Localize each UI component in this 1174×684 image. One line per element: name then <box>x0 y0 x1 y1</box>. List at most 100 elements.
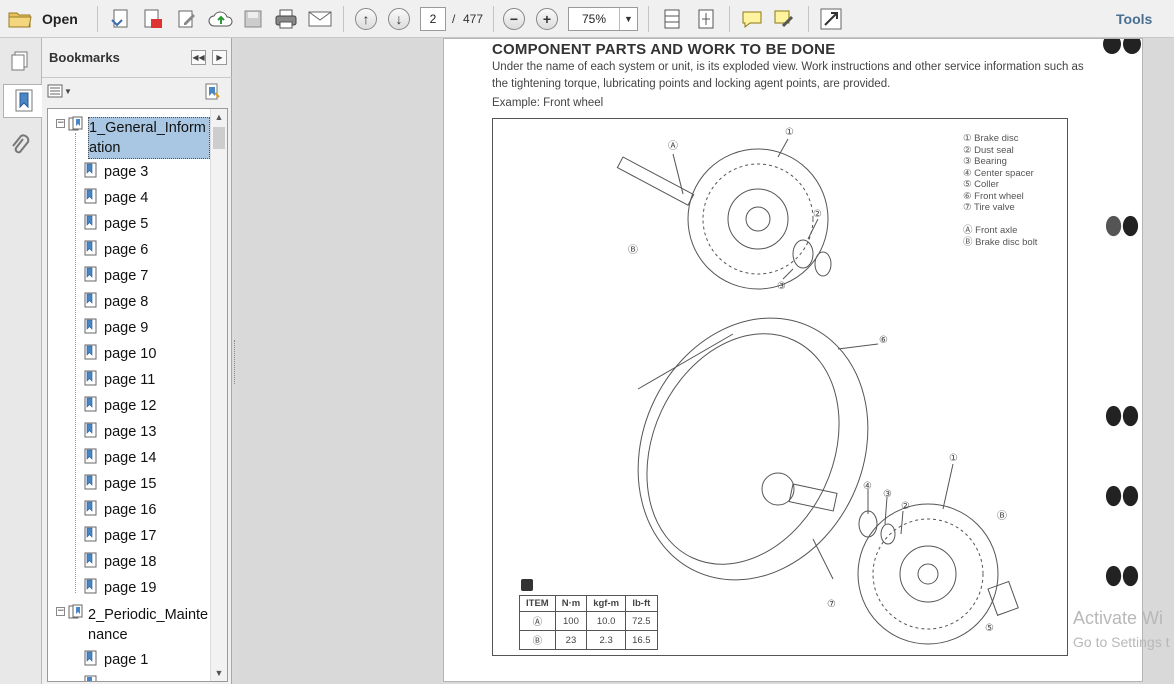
bookmark-label[interactable]: 2_Periodic_Mainte nance <box>88 605 210 645</box>
bookmark-options-button[interactable]: ▼ <box>47 84 72 98</box>
binder-hole-icon <box>1103 39 1141 54</box>
bookmark-label[interactable]: page 11 <box>104 370 155 390</box>
zoom-select[interactable]: 75% ▼ <box>568 6 638 32</box>
page-separator: / <box>452 12 456 26</box>
tools-link[interactable]: Tools <box>1116 6 1152 32</box>
current-page-field[interactable]: 2 <box>420 7 446 31</box>
bookmark-icon <box>84 422 98 438</box>
callout-4: ④ <box>863 481 872 492</box>
bookmark-section[interactable]: − 1_General_Inform ation <box>48 115 210 159</box>
bookmark-label[interactable]: 1_General_Inform ation <box>88 117 210 159</box>
legend-item: ④ Center spacer <box>963 167 1034 179</box>
torque-table-cell: 100 <box>554 611 588 631</box>
bookmark-label[interactable]: page 12 <box>104 396 156 416</box>
bookmark-item[interactable]: page 19 <box>48 577 210 603</box>
scroll-thumb[interactable] <box>213 127 225 149</box>
bookmark-label[interactable]: page 19 <box>104 578 156 598</box>
bookmark-label[interactable]: page 3 <box>104 162 148 182</box>
bookmark-label[interactable]: page 14 <box>104 448 156 468</box>
bookmark-item[interactable]: page 14 <box>48 447 210 473</box>
torque-table-row: Ⓐ 100 10.0 72.5 <box>519 611 658 631</box>
bookmark-label[interactable]: page 15 <box>104 474 156 494</box>
bookmark-item[interactable]: page 1 <box>48 649 210 675</box>
fit-page-button[interactable] <box>695 6 717 32</box>
callout-7: ⑦ <box>827 599 836 610</box>
bookmark-item[interactable]: page 11 <box>48 369 210 395</box>
bookmark-label[interactable]: page 4 <box>104 188 148 208</box>
bookmark-label[interactable]: page 10 <box>104 344 156 364</box>
bookmarks-tab-button[interactable] <box>3 84 43 118</box>
bookmark-item[interactable]: page 12 <box>48 395 210 421</box>
bookmark-label[interactable]: page 6 <box>104 240 148 260</box>
bookmark-label[interactable]: page 8 <box>104 292 148 312</box>
scroll-up-icon[interactable]: ▲ <box>211 109 227 125</box>
collapse-toggle-icon[interactable]: − <box>56 119 65 128</box>
zoom-value: 75% <box>581 12 607 26</box>
highlight-button[interactable] <box>773 6 795 32</box>
bookmark-label[interactable]: page 7 <box>104 266 148 286</box>
bookmark-item[interactable]: page 4 <box>48 187 210 213</box>
previous-page-button[interactable]: ↑ <box>355 6 377 32</box>
scroll-down-icon[interactable]: ▼ <box>211 665 227 681</box>
chevron-down-icon[interactable]: ▼ <box>619 8 637 30</box>
open-button[interactable]: Open <box>8 6 78 32</box>
new-bookmark-icon <box>205 83 220 100</box>
bookmark-item[interactable]: page 15 <box>48 473 210 499</box>
expand-icon <box>820 8 842 30</box>
next-page-button[interactable]: ↓ <box>388 6 410 32</box>
bookmark-label[interactable]: page 17 <box>104 526 156 546</box>
bookmark-label[interactable]: page 9 <box>104 318 148 338</box>
bookmark-label[interactable]: page 5 <box>104 214 148 234</box>
bookmark-label[interactable]: page 18 <box>104 552 156 572</box>
bookmark-item[interactable]: page 13 <box>48 421 210 447</box>
bookmark-folder-icon <box>68 604 83 620</box>
torque-table-header-cell: N·m <box>554 595 588 612</box>
page-heading: COMPONENT PARTS AND WORK TO BE DONE <box>492 41 836 58</box>
upload-button[interactable] <box>208 6 234 32</box>
save-button[interactable] <box>243 6 263 32</box>
bookmark-item[interactable]: page 5 <box>48 213 210 239</box>
zoom-in-button[interactable]: + <box>536 6 558 32</box>
expand-panel-button[interactable]: ▶ <box>212 50 227 65</box>
attachments-button[interactable] <box>3 128 37 162</box>
parts-legend: ① Brake disc ② Dust seal ③ Bearing ④ Center… <box>963 133 1034 214</box>
splitter-grip[interactable] <box>234 340 236 384</box>
collapse-toggle-icon[interactable]: − <box>56 607 65 616</box>
bookmark-item[interactable]: page 9 <box>48 317 210 343</box>
new-bookmark-button[interactable] <box>203 83 221 106</box>
legend-item: ⑥ Front wheel <box>963 190 1024 202</box>
bookmark-tree: ▲ ▼ − 1_General_Inform ationpage 3 page 4 pa… <box>47 108 228 682</box>
page-number-input[interactable]: 2 <box>420 6 446 32</box>
edit-pdf-button[interactable] <box>176 6 198 32</box>
main-toolbar: Open ↑ ↓ 2 / 477 − + 75% ▼ Tools <box>0 0 1174 38</box>
document-view[interactable]: COMPONENT PARTS AND WORK TO BE DONE Unde… <box>238 38 1174 684</box>
fullscreen-button[interactable] <box>820 6 842 32</box>
bookmark-item[interactable]: page 18 <box>48 551 210 577</box>
print-button[interactable] <box>274 6 298 32</box>
binder-hole-icon <box>1105 565 1139 587</box>
bookmark-label[interactable]: page 16 <box>104 500 156 520</box>
paperclip-icon <box>12 134 30 154</box>
bookmark-item[interactable]: page 3 <box>48 161 210 187</box>
bookmark-item[interactable]: page 10 <box>48 343 210 369</box>
bookmark-item[interactable]: page 17 <box>48 525 210 551</box>
navigation-pane-strip <box>0 38 43 684</box>
bookmark-label[interactable]: page 13 <box>104 422 156 442</box>
fit-width-button[interactable] <box>661 6 683 32</box>
bookmark-item[interactable]: page 8 <box>48 291 210 317</box>
bookmark-label[interactable]: page 1 <box>104 650 148 670</box>
collapse-panel-button[interactable]: ◀◀ <box>191 50 206 65</box>
bookmark-section[interactable]: − 2_Periodic_Mainte nance <box>48 603 210 643</box>
comment-button[interactable] <box>741 6 763 32</box>
export-pdf-button[interactable] <box>142 6 164 32</box>
email-button[interactable] <box>307 6 333 32</box>
page-thumbnails-button[interactable] <box>3 44 37 78</box>
create-pdf-button[interactable] <box>110 6 132 32</box>
zoom-out-button[interactable]: − <box>503 6 525 32</box>
bookmark-scrollbar[interactable]: ▲ ▼ <box>210 109 227 681</box>
cloud-upload-icon <box>208 11 233 27</box>
bookmark-item[interactable]: page 16 <box>48 499 210 525</box>
bookmark-item[interactable]: page 7 <box>48 265 210 291</box>
bookmark-folder-icon <box>68 116 83 132</box>
bookmark-item[interactable]: page 6 <box>48 239 210 265</box>
